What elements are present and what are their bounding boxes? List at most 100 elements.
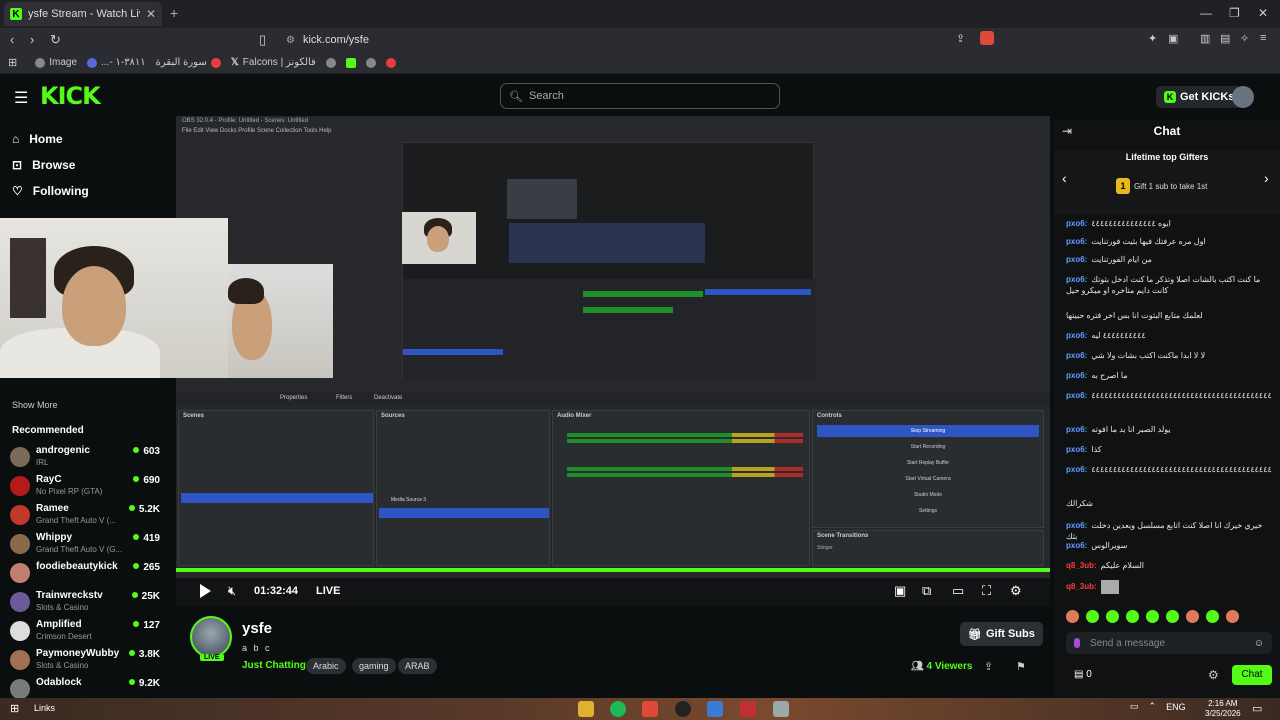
emote-icon[interactable] (1126, 610, 1139, 623)
bookmark-item[interactable]: Image (35, 57, 77, 68)
share-icon[interactable]: ⇪ (956, 32, 965, 45)
wallet-icon[interactable]: ▤ (1220, 32, 1230, 45)
show-more-link[interactable]: Show More (12, 400, 58, 410)
reload-icon[interactable]: ↻ (50, 32, 61, 48)
gift-subs-button[interactable]: 🎁︎ Gift Subs (960, 622, 1043, 646)
emote-icon[interactable] (1166, 610, 1179, 623)
get-kicks-button[interactable]: K Get KICKs (1156, 86, 1243, 108)
forward-icon[interactable]: › (30, 32, 34, 47)
address-bar[interactable]: ⚙ kick.com/ysfe (280, 31, 1000, 49)
emote-icon[interactable] (1206, 610, 1219, 623)
user-avatar[interactable] (1232, 86, 1254, 108)
chat-username[interactable]: pxo6: (1066, 331, 1087, 340)
channel-name[interactable]: ysfe (242, 620, 272, 637)
sidebar-toggle-icon[interactable]: ▥ (1200, 32, 1210, 45)
pip-icon[interactable]: ▣ (894, 583, 906, 599)
recommended-channel[interactable]: Ramee Grand Theft Auto V (... 5.2K (10, 503, 160, 531)
sidebar-item-home[interactable]: ⌂ Home (12, 132, 63, 146)
obs-icon[interactable] (773, 701, 789, 717)
app-icon[interactable] (707, 701, 723, 717)
leo-icon[interactable]: ✧ (1240, 32, 1249, 45)
app-icon[interactable] (675, 701, 691, 717)
emote-icon[interactable] (1086, 610, 1099, 623)
chat-username[interactable]: q8_3ub: (1066, 561, 1097, 570)
chevron-up-icon[interactable]: ⌃ (1149, 701, 1157, 712)
chat-username[interactable]: pxo6: (1066, 351, 1087, 360)
theater-mode-icon[interactable]: ▭ (952, 583, 964, 599)
window-close-icon[interactable]: ✕ (1258, 6, 1268, 20)
site-info-icon[interactable]: ⚙ (286, 35, 295, 46)
new-tab-button[interactable]: + (170, 5, 178, 21)
bookmark-item[interactable]: 𝕏 Falcons | فالكونز (231, 57, 316, 68)
bookmark-icon[interactable]: ▯ (259, 32, 266, 48)
chat-username[interactable]: pxo6: (1066, 275, 1087, 284)
chat-username[interactable]: pxo6: (1066, 255, 1087, 264)
tray-icon[interactable]: ▭ (1130, 701, 1139, 712)
mute-icon[interactable]: 🔇︎ (228, 583, 236, 599)
system-clock[interactable]: 2:16 AM 3/25/2026 (1205, 699, 1241, 719)
recommended-channel[interactable]: PaymoneyWubby Slots & Casino 3.8K (10, 648, 160, 676)
share-icon[interactable]: ⇪ (984, 660, 993, 673)
recommended-channel[interactable]: androgenic IRL 603 (10, 445, 160, 473)
bookmark-item[interactable]: سورة البقرة (156, 57, 221, 68)
tag[interactable]: gaming (352, 658, 396, 674)
tag[interactable]: Arabic (306, 658, 346, 674)
screenshot-icon[interactable]: ▣ (1168, 32, 1178, 45)
gift-prompt[interactable]: 1 Gift 1 sub to take 1st (1116, 178, 1207, 194)
app-icon[interactable] (740, 701, 756, 717)
recommended-channel[interactable]: Trainwreckstv Slots & Casino 25K (10, 590, 160, 618)
chat-username[interactable]: pxo6: (1066, 371, 1087, 380)
chat-username[interactable]: pxo6: (1066, 445, 1087, 454)
recommended-channel[interactable]: Amplified Crimson Desert 127 (10, 619, 160, 647)
chevron-left-icon[interactable]: ‹ (1062, 170, 1067, 186)
fullscreen-icon[interactable]: ⛶ (982, 583, 991, 599)
channel-avatar[interactable] (190, 616, 232, 658)
bookmark-item[interactable] (385, 57, 396, 68)
minimize-icon[interactable]: — (1200, 6, 1212, 20)
bookmark-item[interactable] (365, 57, 376, 68)
live-progress-bar[interactable] (176, 568, 1050, 572)
brave-icon[interactable] (642, 701, 658, 717)
chat-username[interactable]: pxo6: (1066, 425, 1087, 434)
sidebar-item-browse[interactable]: ⊡ Browse (12, 158, 75, 172)
emoji-icon[interactable]: ☺ (1254, 638, 1264, 649)
chat-username[interactable]: pxo6: (1066, 219, 1087, 228)
sidebar-item-following[interactable]: ♡ Following (12, 184, 89, 198)
tab-close-icon[interactable]: ✕ (146, 7, 156, 21)
apps-grid-icon[interactable]: ⊞ (8, 56, 17, 69)
windows-start-icon[interactable]: ⊞ (10, 702, 19, 715)
back-icon[interactable]: ‹ (10, 32, 14, 47)
chat-settings-icon[interactable]: ⚙ (1208, 668, 1219, 682)
send-chat-button[interactable]: Chat (1232, 665, 1272, 685)
browser-tab[interactable]: K ysfe Stream - Watch Live on Kick ✕ (4, 2, 162, 26)
file-explorer-icon[interactable] (578, 701, 594, 717)
bookmark-item[interactable] (345, 57, 356, 68)
hamburger-menu-icon[interactable]: ☰ (14, 88, 28, 108)
brave-shield-icon[interactable] (980, 31, 994, 45)
emote-icon[interactable] (1226, 610, 1239, 623)
chat-username[interactable]: pxo6: (1066, 521, 1087, 530)
tag[interactable]: ARAB (398, 658, 437, 674)
search-input[interactable]: 🔍︎ Search (500, 83, 780, 109)
bookmark-item[interactable]: ...- ٣٨١١-١ (87, 57, 146, 68)
settings-gear-icon[interactable]: ⚙ (1010, 583, 1022, 599)
clip-icon[interactable]: ⧉ (922, 583, 931, 599)
play-icon[interactable] (200, 584, 211, 598)
chat-username[interactable]: pxo6: (1066, 391, 1087, 400)
spotify-icon[interactable] (610, 701, 626, 717)
chat-input[interactable]: Send a message ☺ (1066, 632, 1272, 654)
language-indicator[interactable]: ENG (1166, 702, 1186, 712)
emote-icon[interactable] (1106, 610, 1119, 623)
chat-username[interactable]: pxo6: (1066, 465, 1087, 474)
emote-icon[interactable] (1146, 610, 1159, 623)
recommended-channel[interactable]: Whippy Grand Theft Auto V (G... 419 (10, 532, 160, 560)
recommended-channel[interactable]: RayC No Pixel RP (GTA) 690 (10, 474, 160, 502)
chat-username[interactable]: pxo6: (1066, 237, 1087, 246)
notification-icon[interactable]: ▭ (1252, 702, 1262, 715)
bookmark-item[interactable] (325, 57, 336, 68)
chat-username[interactable]: q8_3ub: (1066, 582, 1097, 591)
emote-icon[interactable] (1186, 610, 1199, 623)
kick-logo[interactable]: KICK (40, 82, 101, 110)
stream-category[interactable]: Just Chatting (242, 660, 306, 671)
extensions-icon[interactable]: ✦ (1148, 32, 1157, 45)
